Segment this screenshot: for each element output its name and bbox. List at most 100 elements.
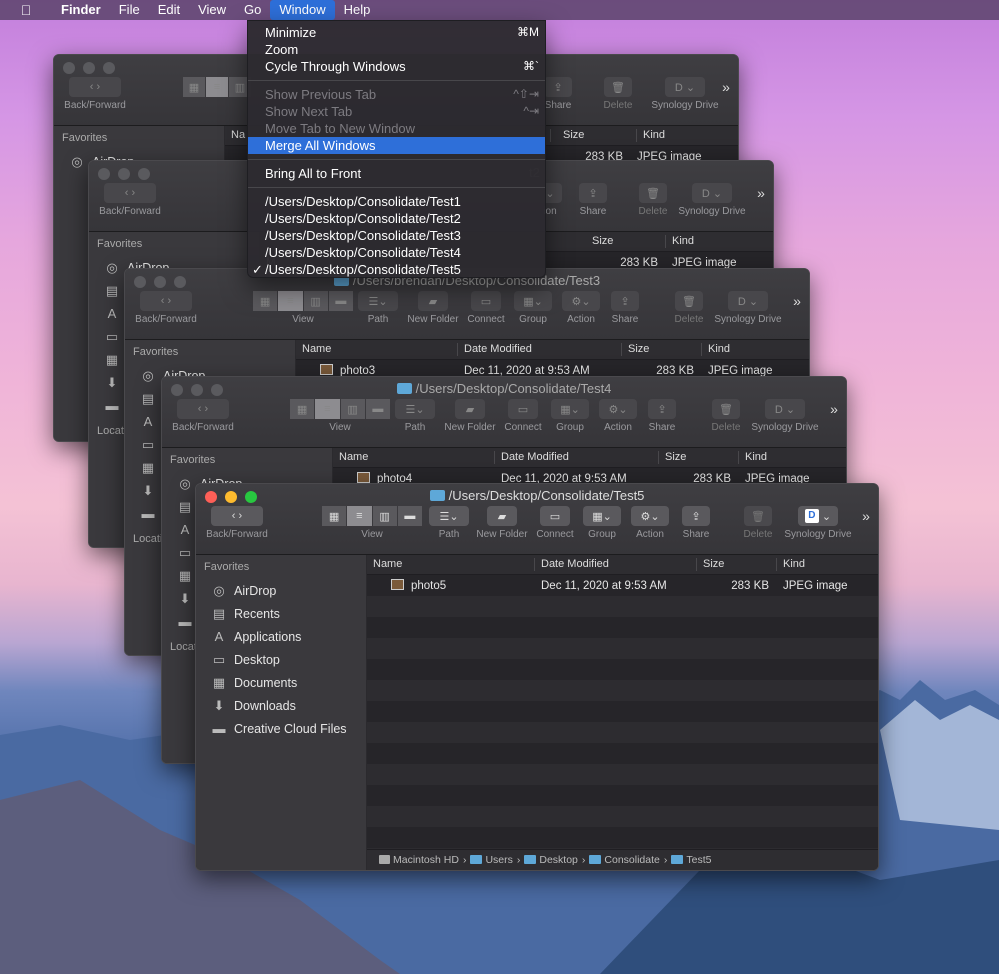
menu-item-move-tab[interactable]: Move Tab to New Window	[248, 120, 545, 137]
synology-drive-button[interactable]: D ⌄ Synology Drive	[677, 183, 747, 217]
share-button[interactable]: ⇪ Share	[573, 183, 613, 217]
view-control[interactable]: ▦ ≡ ▥ ▬ View	[322, 506, 422, 540]
menu-edit[interactable]: Edit	[149, 0, 189, 20]
sidebar-item-applications[interactable]: A Applications	[196, 625, 366, 648]
delete-button[interactable]: 🗑 Delete	[706, 399, 746, 433]
back-forward-control[interactable]: ‹ › Back/Forward	[202, 506, 272, 540]
menu-item-zoom[interactable]: Zoom	[248, 41, 545, 58]
delete-button[interactable]: 🗑 Delete	[738, 506, 778, 540]
column-size[interactable]: Size	[697, 558, 777, 571]
column-date[interactable]: Date Modified	[458, 343, 622, 356]
column-name[interactable]: Name	[367, 558, 535, 571]
zoom-button[interactable]	[103, 62, 115, 74]
zoom-button[interactable]	[138, 168, 150, 180]
apple-icon[interactable]: 	[0, 0, 52, 20]
column-kind[interactable]: Kind	[777, 558, 877, 571]
new-folder-button[interactable]: ▰ New Folder	[440, 399, 500, 433]
delete-button[interactable]: 🗑 Delete	[669, 291, 709, 325]
minimize-button[interactable]	[118, 168, 130, 180]
toolbar-overflow-icon[interactable]: »	[718, 79, 734, 95]
share-button[interactable]: ⇪ Share	[605, 291, 645, 325]
menu-view[interactable]: View	[189, 0, 235, 20]
title-bar[interactable]: /Users/Desktop/Consolidate/Test5 ‹ › Back…	[196, 484, 878, 555]
connect-button[interactable]: ▭ Connect	[463, 291, 509, 325]
column-size[interactable]: Size	[659, 451, 739, 464]
sidebar-item-airdrop[interactable]: ◎AirDrop	[196, 579, 366, 602]
close-button[interactable]	[63, 62, 75, 74]
path-test5[interactable]: Test5	[671, 854, 711, 866]
path-consolidate[interactable]: Consolidate	[589, 854, 660, 866]
back-forward-control[interactable]: ‹ › Back/Forward	[60, 77, 130, 111]
group-button[interactable]: ▦⌄ Group	[580, 506, 624, 540]
menu-help[interactable]: Help	[335, 0, 380, 20]
column-kind[interactable]: Kind	[666, 235, 766, 248]
menu-item-window-test2[interactable]: /Users/Desktop/Consolidate/Test2	[248, 210, 545, 227]
menu-item-merge-all-windows[interactable]: Merge All Windows	[248, 137, 545, 154]
path-button[interactable]: ☰⌄ Path	[392, 399, 438, 433]
new-folder-button[interactable]: ▰ New Folder	[472, 506, 532, 540]
synology-drive-button[interactable]: D ⌄ Synology Drive	[750, 399, 820, 433]
menu-item-window-test4[interactable]: /Users/Desktop/Consolidate/Test4	[248, 244, 545, 261]
menu-file[interactable]: File	[110, 0, 149, 20]
sidebar-item-downloads[interactable]: ⬇ Downloads	[196, 694, 366, 717]
finder-window-test5[interactable]: /Users/Desktop/Consolidate/Test5 ‹ › Back…	[195, 483, 879, 871]
toolbar-overflow-icon[interactable]: »	[789, 293, 805, 309]
toolbar-overflow-icon[interactable]: »	[753, 185, 769, 201]
menu-window[interactable]: Window	[270, 0, 335, 20]
menu-item-window-test3[interactable]: /Users/Desktop/Consolidate/Test3	[248, 227, 545, 244]
sidebar-item-recents[interactable]: ▤ Recents	[196, 602, 366, 625]
column-name[interactable]: Name	[296, 343, 458, 356]
close-button[interactable]	[98, 168, 110, 180]
column-date[interactable]: Date Modified	[535, 558, 697, 571]
menu-finder[interactable]: Finder	[52, 0, 110, 20]
sidebar-item-creative-cloud[interactable]: ▬ Creative Cloud Files	[196, 717, 366, 740]
group-button[interactable]: ▦⌄ Group	[548, 399, 592, 433]
back-forward-control[interactable]: ‹ › Back/Forward	[131, 291, 201, 325]
menu-item-window-test5[interactable]: ✓/Users/Desktop/Consolidate/Test5	[248, 261, 545, 278]
action-button[interactable]: ⚙⌄ Action	[628, 506, 672, 540]
sidebar-item-desktop[interactable]: ▭ Desktop	[196, 648, 366, 671]
connect-button[interactable]: ▭ Connect	[500, 399, 546, 433]
view-control[interactable]: ▦ ≡ ▥ ▬ View	[290, 399, 390, 433]
menu-item-show-next-tab[interactable]: Show Next Tab ^⇥	[248, 103, 545, 120]
back-forward-control[interactable]: ‹ › Back/Forward	[168, 399, 238, 433]
group-button[interactable]: ▦⌄ Group	[511, 291, 555, 325]
menu-item-minimize[interactable]: Minimize ⌘M	[248, 24, 545, 41]
action-button[interactable]: ⚙⌄ Action	[596, 399, 640, 433]
view-control[interactable]: ▦ ≡ ▥ ▬ View	[253, 291, 353, 325]
menu-item-cycle-windows[interactable]: Cycle Through Windows ⌘`	[248, 58, 545, 75]
column-size[interactable]: Size	[622, 343, 702, 356]
sidebar-item-documents[interactable]: ▦ Documents	[196, 671, 366, 694]
menu-item-window-test1[interactable]: /Users/Desktop/Consolidate/Test1	[248, 193, 545, 210]
toolbar-overflow-icon[interactable]: »	[858, 508, 874, 524]
connect-button[interactable]: ▭ Connect	[532, 506, 578, 540]
column-size[interactable]: Size	[557, 129, 637, 142]
share-button[interactable]: ⇪ Share	[642, 399, 682, 433]
new-folder-button[interactable]: ▰ New Folder	[403, 291, 463, 325]
synology-drive-button[interactable]: D ⌄ Synology Drive	[713, 291, 783, 325]
menu-item-bring-all-to-front[interactable]: Bring All to Front	[248, 165, 545, 182]
table-row[interactable]: photo5 Dec 11, 2020 at 9:53 AM 283 KB JP…	[367, 575, 878, 596]
minimize-button[interactable]	[83, 62, 95, 74]
back-forward-control[interactable]: ‹ › Back/Forward	[95, 183, 165, 217]
view-control[interactable]: ▦ ≡ ▥	[182, 77, 252, 100]
column-kind[interactable]: Kind	[702, 343, 802, 356]
column-size[interactable]: Size	[586, 235, 666, 248]
path-button[interactable]: ☰⌄ Path	[355, 291, 401, 325]
delete-button[interactable]: 🗑 Delete	[633, 183, 673, 217]
path-button[interactable]: ☰⌄ Path	[426, 506, 472, 540]
share-button[interactable]: ⇪ Share	[676, 506, 716, 540]
menu-go[interactable]: Go	[235, 0, 270, 20]
path-macintosh-hd[interactable]: Macintosh HD	[379, 854, 459, 866]
path-desktop[interactable]: Desktop	[524, 854, 578, 866]
toolbar-overflow-icon[interactable]: »	[826, 401, 842, 417]
title-bar[interactable]: /Users/Desktop/Consolidate/Test4 ‹ › Back…	[162, 377, 846, 448]
column-name[interactable]: Name	[333, 451, 495, 464]
path-users[interactable]: Users	[470, 854, 513, 866]
column-date[interactable]: Date Modified	[495, 451, 659, 464]
delete-button[interactable]: 🗑 Delete	[598, 77, 638, 111]
column-kind[interactable]: Kind	[739, 451, 839, 464]
synology-drive-button[interactable]: D ⌄ Synology Drive	[782, 506, 854, 540]
synology-drive-button[interactable]: D ⌄ Synology Drive	[650, 77, 720, 111]
action-button[interactable]: ⚙⌄ Action	[559, 291, 603, 325]
